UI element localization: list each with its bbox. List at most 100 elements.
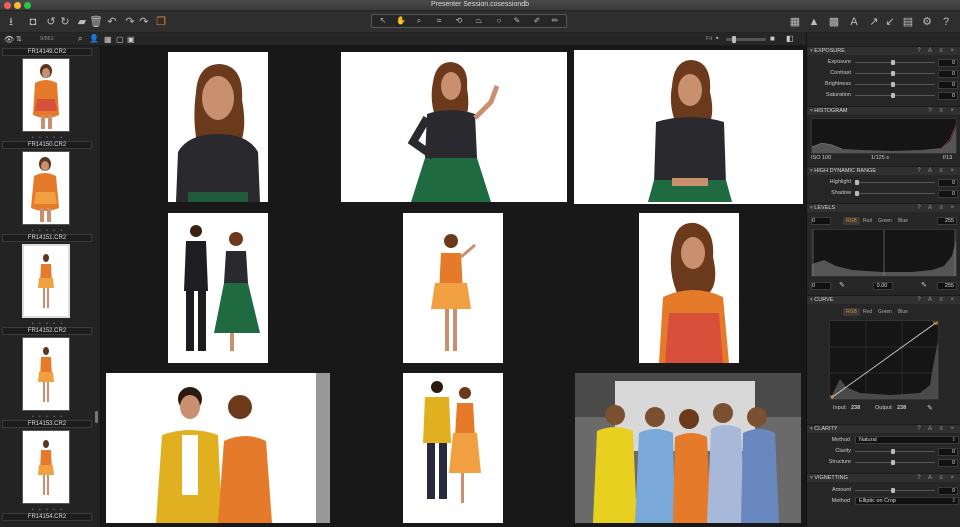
panel-icons[interactable]: ? A ≡ × — [917, 425, 957, 433]
select-cursor-icon[interactable]: ↖ — [374, 15, 392, 27]
levels-tab-green[interactable]: Green — [875, 217, 895, 225]
slider-knob[interactable] — [891, 460, 895, 465]
slider-knob[interactable] — [891, 82, 895, 87]
color-picker-icon[interactable]: ✎ — [508, 15, 526, 27]
exposure-slider[interactable] — [855, 60, 935, 65]
slider-knob[interactable] — [855, 191, 859, 196]
zoom-in-icon[interactable]: ■ — [770, 34, 775, 43]
shadow-value[interactable]: 0 — [938, 190, 958, 198]
hdr-panel-header[interactable]: ▾ HIGH DYNAMIC RANGE? A ≡ × — [807, 166, 960, 175]
slider-knob[interactable] — [855, 180, 859, 185]
thumbnail[interactable] — [22, 58, 70, 132]
levels-tab-red[interactable]: Red — [860, 217, 875, 225]
photo-orange-dress-full[interactable] — [403, 213, 503, 363]
print-icon[interactable]: ▤ — [900, 14, 916, 30]
crop-icon[interactable]: ⌗ — [430, 15, 448, 27]
amount-value[interactable]: 0 — [938, 487, 958, 495]
copy-adjustments-icon[interactable]: ↗ — [866, 14, 882, 30]
text-icon[interactable]: A — [846, 14, 862, 30]
curve-eyedropper-icon[interactable]: ✎ — [927, 404, 933, 412]
redo-alt-icon[interactable]: ↷ — [136, 14, 152, 30]
slider-knob[interactable] — [891, 488, 895, 493]
shadow-slider[interactable] — [855, 191, 935, 196]
brightness-slider[interactable] — [855, 82, 935, 87]
vignetting-method-dropdown[interactable]: Elliptic on Crop ⇕ — [855, 497, 959, 505]
zoom-slider-knob[interactable] — [732, 36, 736, 43]
contrast-value[interactable]: 0 — [938, 70, 958, 78]
clarity-slider[interactable] — [855, 449, 935, 454]
curve-graph[interactable] — [828, 319, 939, 401]
panel-icons[interactable]: ? A ≡ × — [917, 474, 957, 482]
eyedropper-light-icon[interactable]: ✎ — [921, 281, 927, 289]
panel-icons[interactable]: ? A ≡ × — [917, 47, 957, 55]
levels-output-high[interactable]: 255 — [937, 282, 957, 290]
brush-icon[interactable]: ✐ — [528, 15, 546, 27]
clarity-method-dropdown[interactable]: Natural ⇕ — [855, 436, 959, 444]
clarity-value[interactable]: 0 — [938, 448, 958, 456]
loupe-icon[interactable]: ⌕ — [410, 15, 428, 27]
undo-icon[interactable]: ↶ — [104, 14, 120, 30]
levels-graph[interactable] — [811, 229, 957, 277]
thumbnail[interactable] — [22, 430, 70, 504]
vignetting-panel-header[interactable]: ▾ VIGNETTING? A ≡ × — [807, 473, 960, 482]
levels-panel-header[interactable]: ▾ LEVELS? A ≡ × — [807, 203, 960, 212]
apply-adjustments-icon[interactable]: ↙ — [882, 14, 898, 30]
photo-yellow-jacket-full[interactable] — [403, 373, 503, 523]
thumbnail-selected[interactable] — [22, 244, 70, 318]
panel-icons[interactable]: ? A ≡ × — [917, 296, 957, 304]
saturation-value[interactable]: 0 — [938, 92, 958, 100]
photo-orange-dress-closeup[interactable] — [639, 213, 739, 363]
eraser-icon[interactable]: ✏ — [546, 15, 564, 27]
levels-tab-rgb[interactable]: RGB — [843, 217, 860, 225]
panel-icons[interactable]: ? ≡ × — [928, 107, 957, 115]
variants-icon[interactable]: ❐ — [153, 14, 169, 30]
structure-value[interactable]: 0 — [938, 459, 958, 467]
curve-tab-rgb[interactable]: RGB — [843, 308, 860, 316]
photo-portrait-black-dress[interactable] — [168, 52, 268, 202]
brightness-value[interactable]: 0 — [938, 81, 958, 89]
levels-output-low[interactable]: 0 — [811, 282, 831, 290]
histogram-panel-header[interactable]: ▾ HISTOGRAM? ≡ × — [807, 106, 960, 115]
slider-knob[interactable] — [891, 449, 895, 454]
eyedropper-dark-icon[interactable]: ✎ — [839, 281, 845, 289]
exposure-value[interactable]: 0 — [938, 59, 958, 67]
settings-icon[interactable]: ⚙ — [919, 14, 935, 30]
rotate-tool-icon[interactable]: ⟲ — [450, 15, 468, 27]
photo-yellow-jacket-duo[interactable] — [106, 373, 330, 523]
photo-couple-dancing[interactable] — [168, 213, 268, 363]
grid-icon[interactable]: ▩ — [826, 14, 842, 30]
capture-icon[interactable]: ◘ — [25, 14, 41, 30]
pan-hand-icon[interactable]: ✋ — [392, 15, 410, 27]
sort-icon[interactable]: ⇅ — [16, 35, 22, 43]
grid-mode-icon[interactable]: ▦ — [104, 35, 112, 44]
structure-slider[interactable] — [855, 460, 935, 465]
panel-icons[interactable]: ? A ≡ × — [917, 204, 957, 212]
levels-input-high[interactable]: 255 — [937, 217, 957, 225]
slider-knob[interactable] — [891, 71, 895, 76]
amount-slider[interactable] — [855, 488, 935, 493]
photo-group-thumbs-up[interactable] — [575, 373, 801, 523]
panel-icons[interactable]: ? A ≡ × — [917, 167, 957, 175]
spot-icon[interactable]: ○ — [490, 15, 508, 27]
curve-tab-blue[interactable]: Blue — [895, 308, 911, 316]
single-mode-icon[interactable]: ▢ — [116, 35, 124, 44]
rotate-right-icon[interactable]: ↻ — [57, 14, 73, 30]
browser-scrollbar[interactable] — [95, 411, 98, 423]
curve-tab-green[interactable]: Green — [875, 308, 895, 316]
grid-view-icon[interactable]: ▦ — [787, 14, 803, 30]
levels-tab-blue[interactable]: Blue — [895, 217, 911, 225]
trash-icon[interactable]: 🗑 — [88, 14, 104, 30]
search-icon[interactable]: ⌕ — [78, 34, 82, 44]
exposure-panel-header[interactable]: ▾ EXPOSURE? A ≡ × — [807, 46, 960, 55]
thumbnail[interactable] — [22, 151, 70, 225]
sidebar-toggle-icon[interactable]: ◧ — [786, 34, 794, 43]
levels-input-low[interactable]: 0 — [811, 217, 831, 225]
warning-icon[interactable]: ▲ — [806, 14, 822, 30]
help-icon[interactable]: ? — [938, 14, 954, 30]
user-icon[interactable]: 👤 — [89, 34, 99, 43]
slider-knob[interactable] — [891, 93, 895, 98]
eye-icon[interactable]: 👁 — [4, 35, 14, 44]
saturation-slider[interactable] — [855, 93, 935, 98]
thumbnail[interactable] — [22, 337, 70, 411]
curve-panel-header[interactable]: ▾ CURVE? A ≡ × — [807, 295, 960, 304]
